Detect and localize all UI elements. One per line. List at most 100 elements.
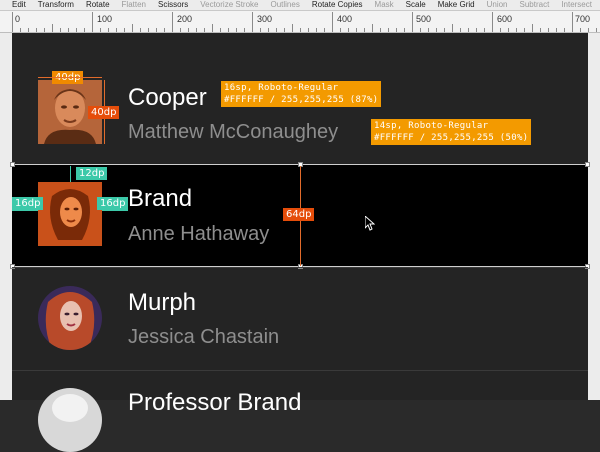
ruler-tick [84, 28, 85, 32]
ruler-tick [436, 28, 437, 32]
horizontal-ruler[interactable]: 0 100 200 300 400 500 600 700 [0, 11, 600, 33]
ruler-label: 700 [575, 14, 591, 24]
ruler-tick [204, 28, 205, 32]
ruler-tick [356, 28, 357, 32]
row-height-tag: 64dp [283, 208, 315, 221]
ruler-tick [372, 24, 373, 32]
canvas-gutter-right [588, 33, 600, 400]
ruler-label: 100 [97, 14, 113, 24]
toolbar-rotate-copies[interactable]: Rotate Copies [312, 0, 363, 10]
ruler-tick [572, 12, 573, 32]
ruler-tick [452, 24, 453, 32]
ruler-tick [180, 28, 181, 32]
ruler-tick [28, 28, 29, 32]
ruler-tick [188, 28, 189, 32]
ruler-tick [340, 28, 341, 32]
ruler-tick [564, 28, 565, 32]
primary-text-spec: 16sp, Roboto-Regular #FFFFFF / 255,255,2… [221, 81, 382, 107]
ruler-tick [364, 28, 365, 32]
spec-line: #FFFFFF / 255,255,255 (87%) [224, 95, 379, 105]
left-padding-guide [12, 210, 38, 211]
spec-line: 16sp, Roboto-Regular [224, 83, 339, 93]
ruler-tick [548, 28, 549, 32]
toolbar-intersect[interactable]: Intersect [561, 0, 592, 10]
ruler-tick [396, 28, 397, 32]
ruler-tick [588, 28, 589, 32]
gap-tag: 16dp [97, 197, 129, 210]
ruler-tick [308, 28, 309, 32]
ruler-tick [92, 12, 93, 32]
list-item-title: Professor Brand [128, 389, 302, 416]
toolbar-scissors[interactable]: Scissors [158, 0, 188, 10]
list-item-title: Brand [128, 185, 193, 212]
ruler-tick [196, 28, 197, 32]
ruler-tick [516, 28, 517, 32]
toolbar-transform[interactable]: Transform [38, 0, 74, 10]
toolbar-scale[interactable]: Scale [406, 0, 426, 10]
ruler-tick [52, 24, 53, 32]
toolbar-edit[interactable]: Edit [12, 0, 26, 10]
ruler-label: 400 [337, 14, 353, 24]
ruler-tick [260, 28, 261, 32]
ruler-tick [164, 28, 165, 32]
ruler-tick [508, 28, 509, 32]
left-padding-tag: 16dp [12, 197, 44, 210]
toolbar-union[interactable]: Union [487, 0, 508, 10]
ruler-label: 200 [177, 14, 193, 24]
gap-guide [102, 210, 128, 211]
ruler-tick [532, 24, 533, 32]
ruler-tick [524, 28, 525, 32]
ruler-tick [468, 28, 469, 32]
ruler-tick [324, 28, 325, 32]
list-item-subtitle: Matthew McConaughey [128, 121, 339, 143]
resize-handle[interactable] [10, 162, 15, 167]
ruler-tick [268, 28, 269, 32]
ruler-tick [284, 28, 285, 32]
list-item-title: Cooper [128, 84, 207, 111]
list-item-title: Murph [128, 289, 197, 316]
ruler-tick [300, 28, 301, 32]
list-divider [12, 370, 588, 371]
ruler-tick [492, 12, 493, 32]
toolbar-outlines[interactable]: Outlines [270, 0, 299, 10]
ruler-tick [36, 28, 37, 32]
ruler-tick [380, 28, 381, 32]
avatar-murph [38, 286, 102, 350]
ruler-tick [348, 28, 349, 32]
ruler-label: 0 [15, 14, 21, 24]
avatar-professor-brand [38, 388, 102, 452]
ruler-tick [332, 12, 333, 32]
toolbar-make-grid[interactable]: Make Grid [438, 0, 475, 10]
ruler-tick [276, 28, 277, 32]
ruler-tick [500, 28, 501, 32]
ruler-tick [76, 28, 77, 32]
resize-handle[interactable] [585, 162, 590, 167]
ruler-tick [60, 28, 61, 32]
ruler-tick [420, 28, 421, 32]
toolbar-vectorize-stroke[interactable]: Vectorize Stroke [200, 0, 258, 10]
portrait-image [38, 286, 102, 350]
ruler-tick [252, 12, 253, 32]
ruler-tick [108, 28, 109, 32]
mouse-cursor-icon [365, 216, 375, 231]
ruler-tick [540, 28, 541, 32]
avatar-brand [38, 182, 102, 246]
spec-line: 14sp, Roboto-Regular [374, 121, 489, 131]
ruler-tick [444, 28, 445, 32]
ruler-tick [148, 28, 149, 32]
ruler-tick [12, 12, 13, 32]
ruler-tick [460, 28, 461, 32]
toolbar-mask[interactable]: Mask [375, 0, 394, 10]
portrait-image [38, 182, 102, 246]
ruler-label: 300 [257, 14, 273, 24]
toolbar-subtract[interactable]: Subtract [520, 0, 550, 10]
toolbar-rotate[interactable]: Rotate [86, 0, 110, 10]
width-guide [38, 77, 102, 78]
ruler-label: 500 [416, 14, 432, 24]
ruler-tick [388, 28, 389, 32]
ruler-tick [116, 28, 117, 32]
ruler-tick [428, 28, 429, 32]
toolbar-flatten[interactable]: Flatten [122, 0, 146, 10]
portrait-image [38, 388, 102, 452]
ruler-tick [476, 28, 477, 32]
